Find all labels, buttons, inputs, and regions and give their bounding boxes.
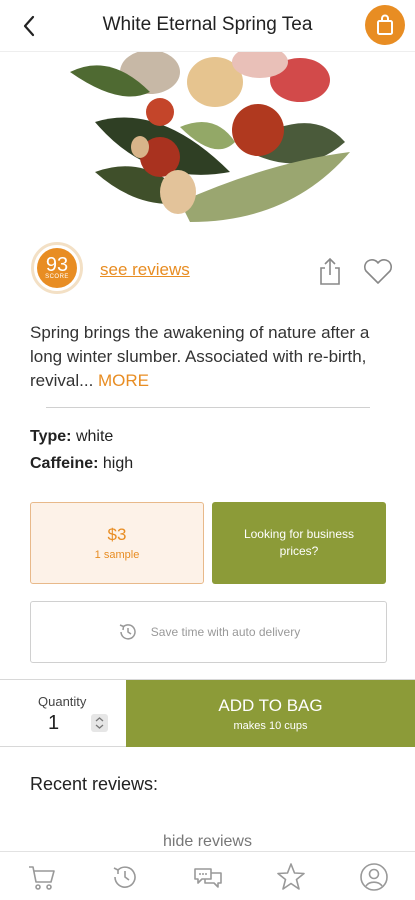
- app-header: White Eternal Spring Tea: [0, 0, 415, 52]
- back-button[interactable]: [14, 10, 44, 42]
- purchase-bar: Quantity 1 ADD TO BAG makes 10 cups: [0, 679, 415, 747]
- hide-reviews-link[interactable]: hide reviews: [0, 833, 415, 851]
- nav-cart[interactable]: [26, 861, 58, 893]
- nav-chat[interactable]: [192, 861, 224, 893]
- caffeine-label: Caffeine:: [30, 455, 99, 472]
- star-icon: [277, 863, 305, 890]
- business-prices-label: Looking for business prices?: [243, 527, 355, 558]
- cart-icon: [29, 866, 55, 890]
- caffeine-property: Caffeine: high: [30, 455, 133, 473]
- heart-icon: [363, 259, 393, 284]
- stepper-arrows-icon: [95, 717, 104, 729]
- type-value: white: [75, 428, 114, 445]
- account-icon: [360, 863, 388, 891]
- add-to-bag-button[interactable]: ADD TO BAG makes 10 cups: [126, 680, 415, 747]
- auto-delivery-button[interactable]: Save time with auto delivery: [30, 601, 387, 663]
- nav-favorites[interactable]: [275, 861, 307, 893]
- sample-option[interactable]: $3 1 sample: [30, 502, 204, 584]
- shopping-bag-button[interactable]: [365, 5, 405, 45]
- description-text: Spring brings the awakening of nature af…: [30, 323, 370, 390]
- business-prices-button[interactable]: Looking for business prices?: [212, 502, 386, 584]
- quantity-value[interactable]: 1: [48, 712, 59, 735]
- page-title: White Eternal Spring Tea: [102, 14, 313, 35]
- history-icon: [113, 866, 136, 888]
- divider: [46, 407, 370, 408]
- share-button[interactable]: [316, 256, 344, 286]
- caffeine-value: high: [102, 455, 134, 472]
- score-row: 93 SCORE see reviews: [0, 242, 415, 298]
- more-link[interactable]: MORE: [93, 371, 149, 390]
- product-image: [0, 52, 415, 237]
- bottom-nav: [0, 851, 415, 900]
- type-property: Type: white: [30, 428, 113, 446]
- sample-label: 1 sample: [94, 549, 140, 561]
- history-clock-icon: [119, 624, 136, 640]
- see-reviews-link[interactable]: see reviews: [100, 260, 190, 280]
- score-badge: 93 SCORE: [31, 242, 83, 294]
- score-label: SCORE: [45, 274, 69, 280]
- shopping-bag-icon: [377, 14, 393, 35]
- auto-delivery-label: Save time with auto delivery: [150, 625, 301, 639]
- nav-history[interactable]: [109, 861, 141, 893]
- sample-price: $3: [107, 525, 127, 544]
- chevron-left-icon: [23, 15, 35, 37]
- recent-reviews-heading: Recent reviews:: [30, 774, 159, 794]
- score-value: 93: [45, 254, 69, 276]
- add-to-bag-label: ADD TO BAG: [218, 696, 323, 715]
- favorite-button[interactable]: [362, 256, 394, 286]
- add-to-bag-sublabel: makes 10 cups: [233, 720, 308, 732]
- share-icon: [320, 257, 340, 285]
- quantity-label: Quantity: [38, 694, 87, 709]
- nav-account[interactable]: [358, 861, 390, 893]
- product-description: Spring brings the awakening of nature af…: [30, 321, 390, 393]
- chat-icon: [194, 868, 222, 888]
- type-label: Type:: [30, 428, 72, 445]
- quantity-stepper[interactable]: [91, 714, 108, 732]
